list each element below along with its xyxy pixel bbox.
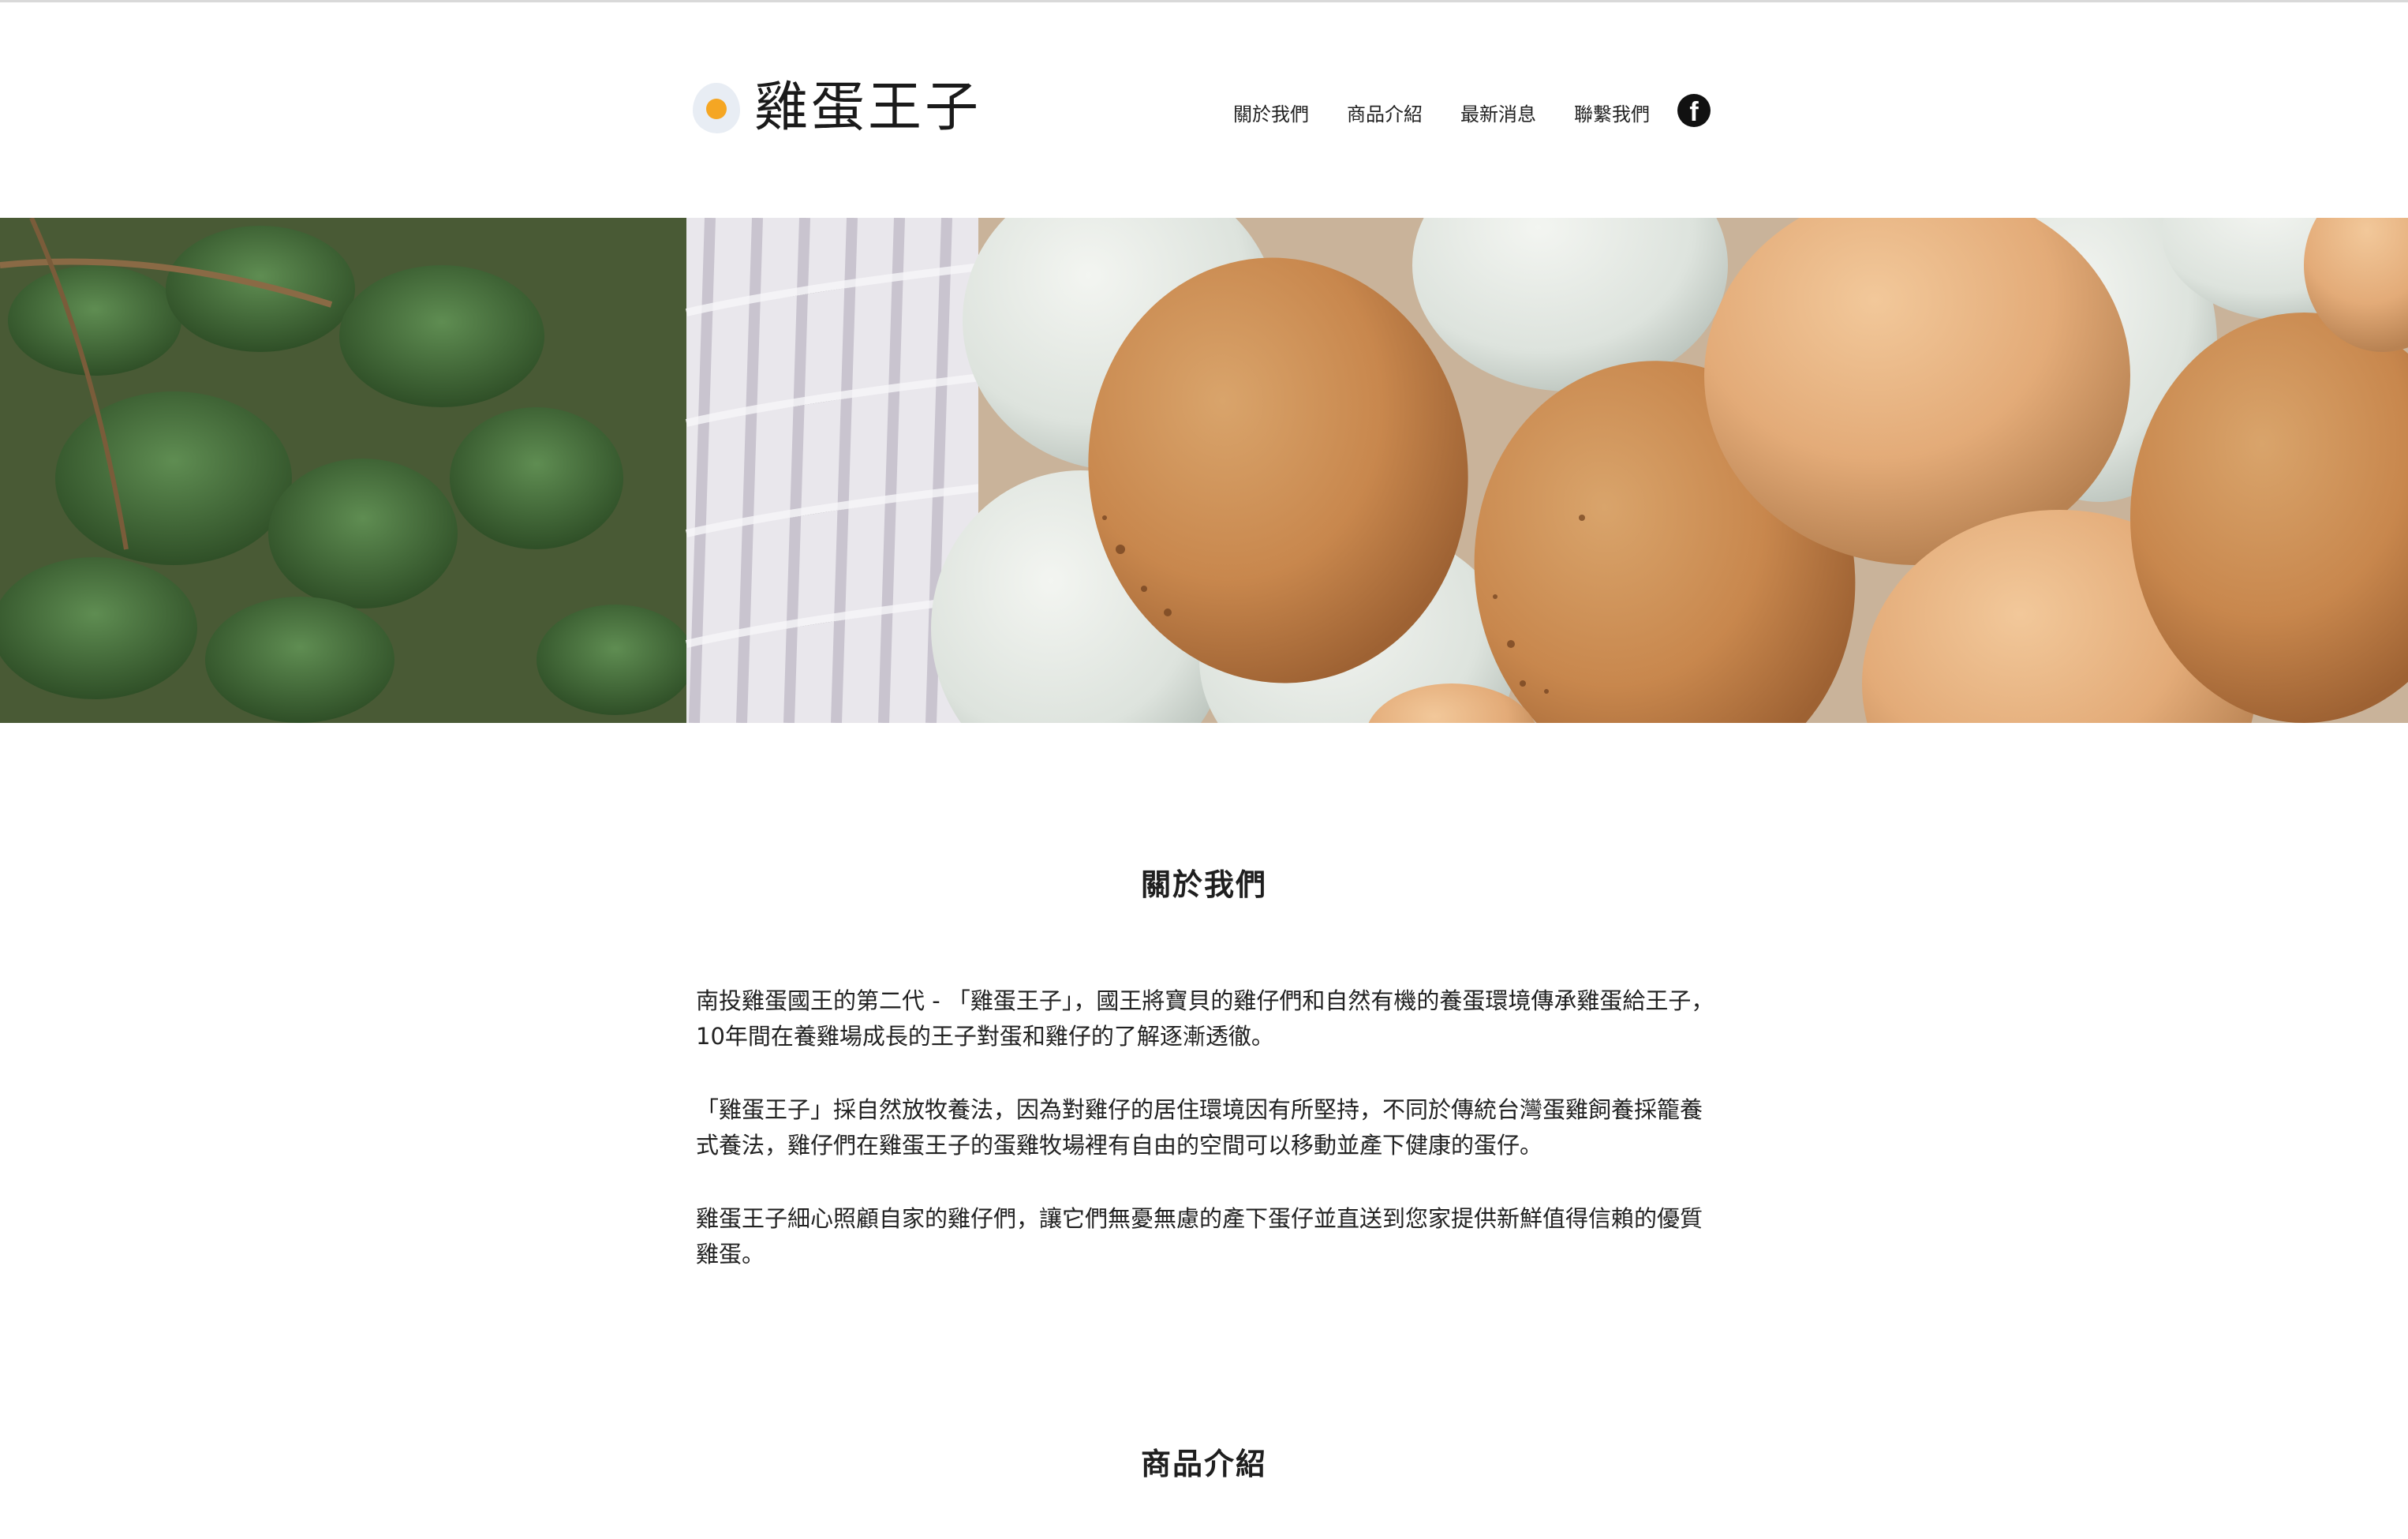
nav-item-about[interactable]: 關於我們	[1233, 99, 1309, 126]
site-header: 雞蛋王子 關於我們 商品介紹 最新消息 聯繫我們 f	[0, 2, 2408, 218]
fried-egg-icon	[693, 83, 740, 133]
about-body: 南投雞蛋國王的第二代 - 「雞蛋王子」，國王將寶貝的雞仔們和自然有機的養蛋環境傳…	[696, 983, 1722, 1310]
hero-banner	[0, 218, 2408, 723]
about-paragraph-1: 南投雞蛋國王的第二代 - 「雞蛋王子」，國王將寶貝的雞仔們和自然有機的養蛋環境傳…	[696, 987, 1714, 1050]
about-paragraph-2: 「雞蛋王子」採自然放牧養法，因為對雞仔的居住環境因有所堅持，不同於傳統台灣蛋雞飼…	[696, 1096, 1703, 1159]
products-section-title: 商品介紹	[1140, 1447, 1267, 1481]
main-nav: 關於我們 商品介紹 最新消息 聯繫我們	[1233, 99, 1650, 126]
nav-item-news[interactable]: 最新消息	[1460, 99, 1536, 126]
logo-text: 雞蛋王子	[754, 77, 982, 139]
about-section-title: 關於我們	[1140, 867, 1267, 902]
nav-item-contact[interactable]: 聯繫我們	[1574, 99, 1650, 126]
facebook-icon[interactable]: f	[1677, 94, 1711, 127]
site-logo[interactable]: 雞蛋王子	[693, 81, 982, 135]
eggs-basket-photo	[0, 218, 2408, 723]
nav-item-products[interactable]: 商品介紹	[1347, 99, 1423, 126]
about-paragraph-3: 雞蛋王子細心照顧自家的雞仔們，讓它們無憂無慮的產下蛋仔並直送到您家提供新鮮值得信…	[696, 1205, 1703, 1268]
